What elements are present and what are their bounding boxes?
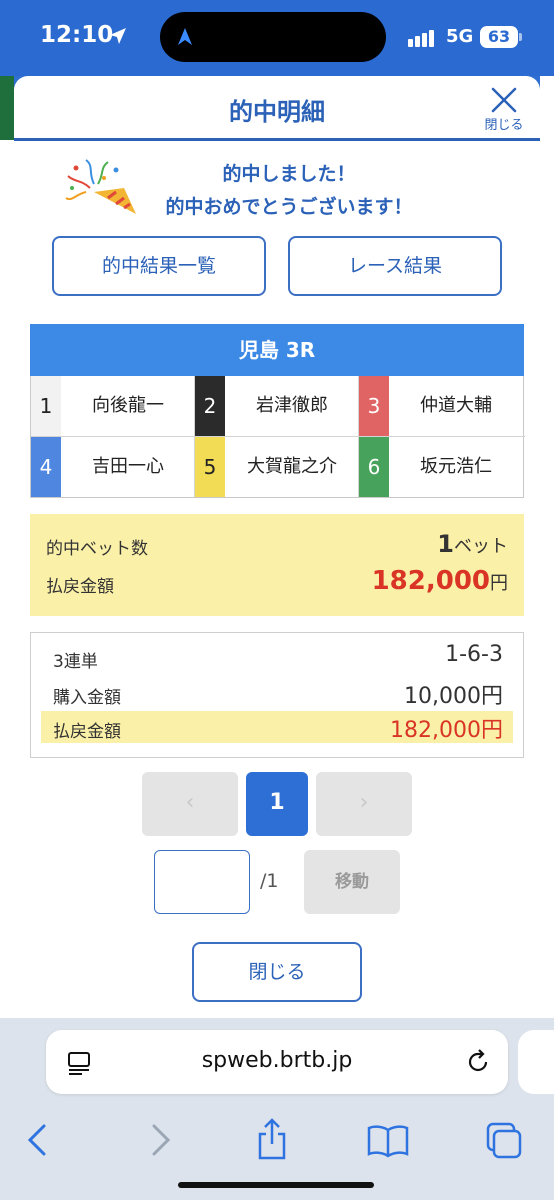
forward-icon[interactable] (146, 1122, 174, 1158)
hit-summary: 的中ベット数 1ベット 払戻金額 182,000円 (30, 514, 524, 616)
party-popper-icon (65, 159, 136, 214)
racer-number: 3 (359, 376, 389, 436)
close-icon[interactable] (488, 84, 520, 116)
status-bar: 12:10 5G 63 (0, 0, 554, 76)
racer-cell: 3 仲道大輔 (359, 376, 523, 436)
racer-number: 6 (359, 437, 389, 497)
address-bar[interactable]: spweb.brtb.jp (46, 1030, 508, 1094)
page-number-input[interactable] (154, 850, 250, 914)
bet-type-row: 3連単 1-6-3 (41, 641, 513, 673)
hit-list-button[interactable]: 的中結果一覧 (52, 236, 266, 296)
race-result-button[interactable]: レース結果 (288, 236, 502, 296)
hit-message: 的中しました！ 的中おめでとうございます！ (134, 158, 444, 224)
purchase-row: 購入金額 10,000円 (41, 677, 513, 709)
share-icon[interactable] (254, 1118, 290, 1162)
racer-cell: 4 吉田一心 (31, 437, 195, 497)
reload-icon[interactable] (464, 1048, 492, 1076)
bet-combo: 1-6-3 (445, 642, 503, 667)
racer-name: 大賀龍之介 (247, 456, 337, 477)
racer-name: 吉田一心 (92, 456, 164, 477)
racer-number: 4 (31, 437, 61, 497)
racer-number: 5 (195, 437, 225, 497)
back-icon[interactable] (24, 1122, 52, 1158)
payout-yen: 円 (490, 573, 508, 594)
hit-bets-unit: ベット (454, 536, 508, 557)
bookmarks-icon[interactable] (366, 1122, 410, 1158)
payout-value: 182,000円 (372, 566, 508, 596)
racer-cell: 1 向後龍一 (31, 376, 195, 436)
header-divider (14, 138, 540, 141)
background-page-left (0, 76, 14, 1026)
hit-detail-modal: 的中明細 閉じる 的中しました！ 的中おめでとうございます！ 的中結果一覧 レー… (14, 76, 540, 1020)
purchase-label: 購入金額 (53, 688, 121, 708)
home-indicator (178, 1182, 374, 1188)
battery-cap (519, 33, 522, 41)
next-tab-preview[interactable] (518, 1030, 554, 1094)
racer-name: 向後龍一 (92, 395, 164, 416)
page-total: /1 (260, 870, 279, 892)
close-button[interactable]: 閉じる (192, 942, 362, 1002)
battery-icon: 63 (480, 26, 518, 48)
hit-message-line1: 的中しました！ (222, 163, 356, 185)
bet-detail: 3連単 1-6-3 購入金額 10,000円 払戻金額 182,000円 (30, 632, 524, 758)
hit-bets-value: 1ベット (437, 530, 508, 558)
racer-cell: 5 大賀龍之介 (195, 437, 359, 497)
background-page-right (540, 76, 554, 1026)
purchase-value: 10,000円 (404, 684, 503, 709)
browser-toolbar: spweb.brtb.jp (0, 1018, 554, 1200)
racer-table: 1 向後龍一 2 岩津徹郎 3 仲道大輔 4 吉田一心 5 大賀龍之介 6 坂元… (30, 376, 525, 498)
hit-message-line2: 的中おめでとうございます！ (165, 196, 413, 218)
modal-title: 的中明細 (229, 98, 325, 126)
next-page-button[interactable]: › (316, 772, 412, 836)
race-header: 児島 3R (30, 324, 524, 376)
racer-name: 坂元浩仁 (420, 456, 492, 477)
detail-payout-row: 払戻金額 182,000円 (41, 711, 513, 743)
hit-bets-count: 1 (437, 530, 454, 558)
detail-payout-value: 182,000円 (390, 718, 503, 743)
location-arrow-icon (110, 28, 126, 44)
cellular-signal-icon (408, 28, 436, 47)
racer-name: 岩津徹郎 (256, 395, 328, 416)
move-button[interactable]: 移動 (304, 850, 400, 914)
background-page-header (0, 76, 14, 140)
url-text[interactable]: spweb.brtb.jp (46, 1048, 508, 1073)
navigation-arrow-icon (178, 28, 192, 45)
close-icon-label[interactable]: 閉じる (476, 114, 532, 133)
prev-page-button[interactable]: ‹ (142, 772, 238, 836)
bet-type-label: 3連単 (53, 652, 98, 672)
payout-label: 払戻金額 (46, 577, 114, 597)
detail-payout-label: 払戻金額 (53, 722, 121, 742)
racer-cell: 2 岩津徹郎 (195, 376, 359, 436)
hit-bets-label: 的中ベット数 (46, 539, 148, 559)
racer-name: 仲道大輔 (420, 395, 492, 416)
tabs-icon[interactable] (484, 1122, 524, 1160)
racer-number: 2 (195, 376, 225, 436)
racer-number: 1 (31, 376, 61, 436)
network-type: 5G (446, 26, 474, 47)
page-1-button[interactable]: 1 (246, 772, 308, 836)
racer-cell: 6 坂元浩仁 (359, 437, 523, 497)
payout-amount: 182,000 (371, 566, 490, 596)
status-time: 12:10 (40, 22, 114, 48)
